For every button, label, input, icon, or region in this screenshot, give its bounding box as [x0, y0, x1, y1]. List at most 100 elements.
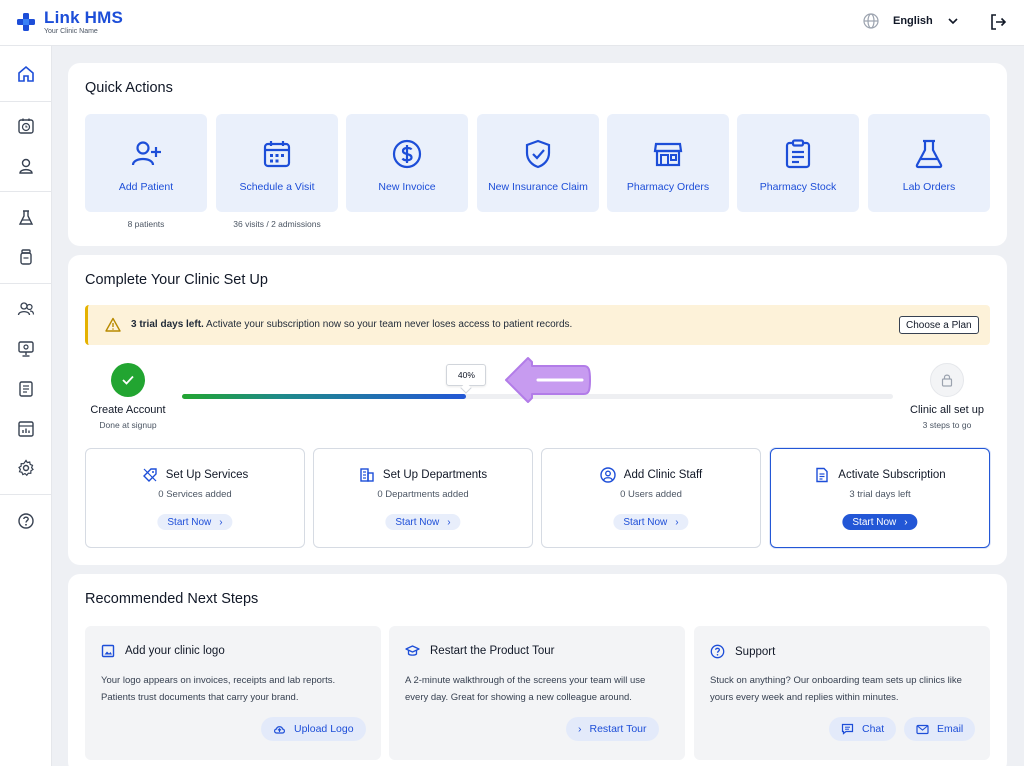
- mail-icon: [916, 724, 929, 734]
- chevron-right-icon: ›: [578, 723, 582, 735]
- step-locked-badge: [930, 363, 964, 397]
- start-now-button[interactable]: Start Now ›: [385, 514, 461, 530]
- email-button[interactable]: Email: [904, 717, 976, 741]
- add-user-icon: [131, 141, 161, 166]
- recommended-tile-logo: Add your clinic logo Your logo appears o…: [85, 626, 381, 760]
- sidebar-item-appointments[interactable]: [16, 116, 36, 136]
- quick-action-new-invoice[interactable]: New Invoice: [346, 114, 468, 212]
- language-selector[interactable]: English: [863, 13, 959, 29]
- dollar-icon: [392, 139, 422, 169]
- recommended-steps-card: Recommended Next Steps Add your clinic l…: [68, 574, 1007, 766]
- recommended-tile-title: Add your clinic logo: [125, 645, 225, 657]
- help-circle-icon: [710, 644, 725, 659]
- step-start-sub: Done at signup: [99, 420, 157, 430]
- clipboard-icon: [785, 139, 811, 169]
- clinic-name: Your Clinic Name: [44, 28, 98, 35]
- quick-actions-card: Quick Actions Add Patient 8 patients Sch…: [68, 63, 1007, 246]
- start-now-label: Start Now: [167, 516, 212, 528]
- sidebar-item-analytics[interactable]: [16, 419, 36, 439]
- quick-action-pharmacy-orders[interactable]: Pharmacy Orders: [607, 114, 729, 212]
- chevron-right-icon: ›: [904, 516, 908, 528]
- gear-icon: [18, 459, 34, 477]
- quick-action-schedule-visit[interactable]: Schedule a Visit: [216, 114, 338, 212]
- setup-tile-services: Set Up Services 0 Services added Start N…: [85, 448, 305, 548]
- sidebar: [0, 46, 52, 766]
- setup-tile-staff: Add Clinic Staff 0 Users added Start Now…: [541, 448, 761, 548]
- logout-icon[interactable]: [989, 13, 1007, 31]
- sidebar-item-reports[interactable]: [16, 379, 36, 399]
- quick-action-pharmacy-stock[interactable]: Pharmacy Stock: [737, 114, 859, 212]
- chat-button[interactable]: Chat: [829, 717, 897, 741]
- trial-message: 3 trial days left. Activate your subscri…: [131, 319, 572, 330]
- setup-tile-sub: 0 Services added: [158, 489, 232, 500]
- start-now-button[interactable]: Start Now ›: [157, 514, 233, 530]
- globe-icon: [863, 13, 879, 29]
- quick-action-add-patient[interactable]: Add Patient: [85, 114, 207, 212]
- quick-action-count: 8 patients: [127, 219, 165, 229]
- report-icon: [19, 381, 33, 397]
- trial-banner: 3 trial days left. Activate your subscri…: [85, 305, 990, 345]
- setup-tile-title: Add Clinic Staff: [623, 469, 703, 481]
- restart-tour-button[interactable]: › Restart Tour: [566, 717, 659, 741]
- chevron-right-icon: ›: [675, 516, 679, 528]
- upload-logo-button[interactable]: Upload Logo: [261, 717, 366, 741]
- quick-actions-title: Quick Actions: [85, 80, 173, 96]
- sidebar-item-lab[interactable]: [16, 208, 36, 228]
- shield-check-icon: [525, 139, 551, 169]
- sidebar-item-settings[interactable]: [16, 458, 36, 478]
- help-icon: [18, 513, 34, 529]
- clinic-setup-card: Complete Your Clinic Set Up 3 trial days…: [68, 255, 1007, 565]
- user-circle-icon: [600, 467, 616, 483]
- start-now-button[interactable]: Start Now ›: [842, 514, 918, 530]
- setup-tile-sub: 0 Users added: [620, 489, 682, 500]
- building-icon: [360, 468, 374, 482]
- recommended-tile-title: Restart the Product Tour: [430, 645, 555, 657]
- user-icon: [19, 158, 33, 174]
- sidebar-item-monitor[interactable]: [16, 339, 36, 359]
- quick-action-label: Pharmacy Orders: [626, 181, 710, 193]
- setup-tile-departments: Set Up Departments 0 Departments added S…: [313, 448, 533, 548]
- chat-icon: [841, 723, 854, 735]
- recommended-tile-title: Support: [735, 645, 776, 658]
- setup-tile-title: Set Up Departments: [382, 469, 488, 481]
- document-icon: [816, 467, 828, 483]
- choose-plan-button[interactable]: Choose a Plan: [899, 316, 979, 334]
- users-icon: [17, 302, 35, 316]
- recommended-title: Recommended Next Steps: [85, 591, 259, 607]
- start-now-button[interactable]: Start Now ›: [613, 514, 689, 530]
- lock-icon: [941, 374, 953, 387]
- app-logo[interactable]: Link HMS Your Clinic Name: [16, 9, 123, 35]
- quick-action-new-insurance-claim[interactable]: New Insurance Claim: [477, 114, 599, 212]
- recommended-tile-body: A 2-minute walkthrough of the screens yo…: [405, 675, 646, 703]
- chevron-right-icon: ›: [447, 516, 451, 528]
- image-icon: [101, 644, 115, 658]
- setup-tile-subscription: Activate Subscription 3 trial days left …: [770, 448, 990, 548]
- check-icon: [122, 375, 134, 385]
- sidebar-item-pharmacy[interactable]: [16, 247, 36, 267]
- recommended-tile-body: Stuck on anything? Our onboarding team s…: [710, 675, 962, 703]
- store-icon: [653, 142, 683, 167]
- medicine-bottle-icon: [20, 249, 32, 265]
- flask-icon: [915, 139, 943, 169]
- chevron-right-icon: ›: [219, 516, 223, 528]
- tag-icon: [142, 468, 157, 482]
- sidebar-item-help[interactable]: [16, 511, 36, 531]
- step-end-label: Clinic all set up: [910, 404, 984, 416]
- warning-icon: [105, 317, 121, 332]
- step-end-sub: 3 steps to go: [922, 420, 972, 430]
- quick-action-lab-orders[interactable]: Lab Orders: [868, 114, 990, 212]
- restart-tour-label: Restart Tour: [589, 723, 647, 735]
- top-bar: Link HMS Your Clinic Name English: [0, 0, 1024, 46]
- sidebar-item-patients[interactable]: [16, 156, 36, 176]
- calendar-icon: [263, 141, 291, 168]
- start-now-label: Start Now: [852, 516, 897, 528]
- sidebar-item-staff[interactable]: [16, 299, 36, 319]
- graduation-cap-icon: [405, 645, 420, 656]
- quick-action-label: Lab Orders: [902, 181, 956, 193]
- trial-message-text: Activate your subscription now so your t…: [206, 319, 573, 330]
- sidebar-item-home[interactable]: [16, 64, 36, 84]
- quick-action-label: Pharmacy Stock: [759, 181, 837, 193]
- setup-tile-sub: 0 Departments added: [377, 489, 469, 500]
- setup-tile-title: Set Up Services: [165, 469, 249, 481]
- home-icon: [18, 65, 34, 82]
